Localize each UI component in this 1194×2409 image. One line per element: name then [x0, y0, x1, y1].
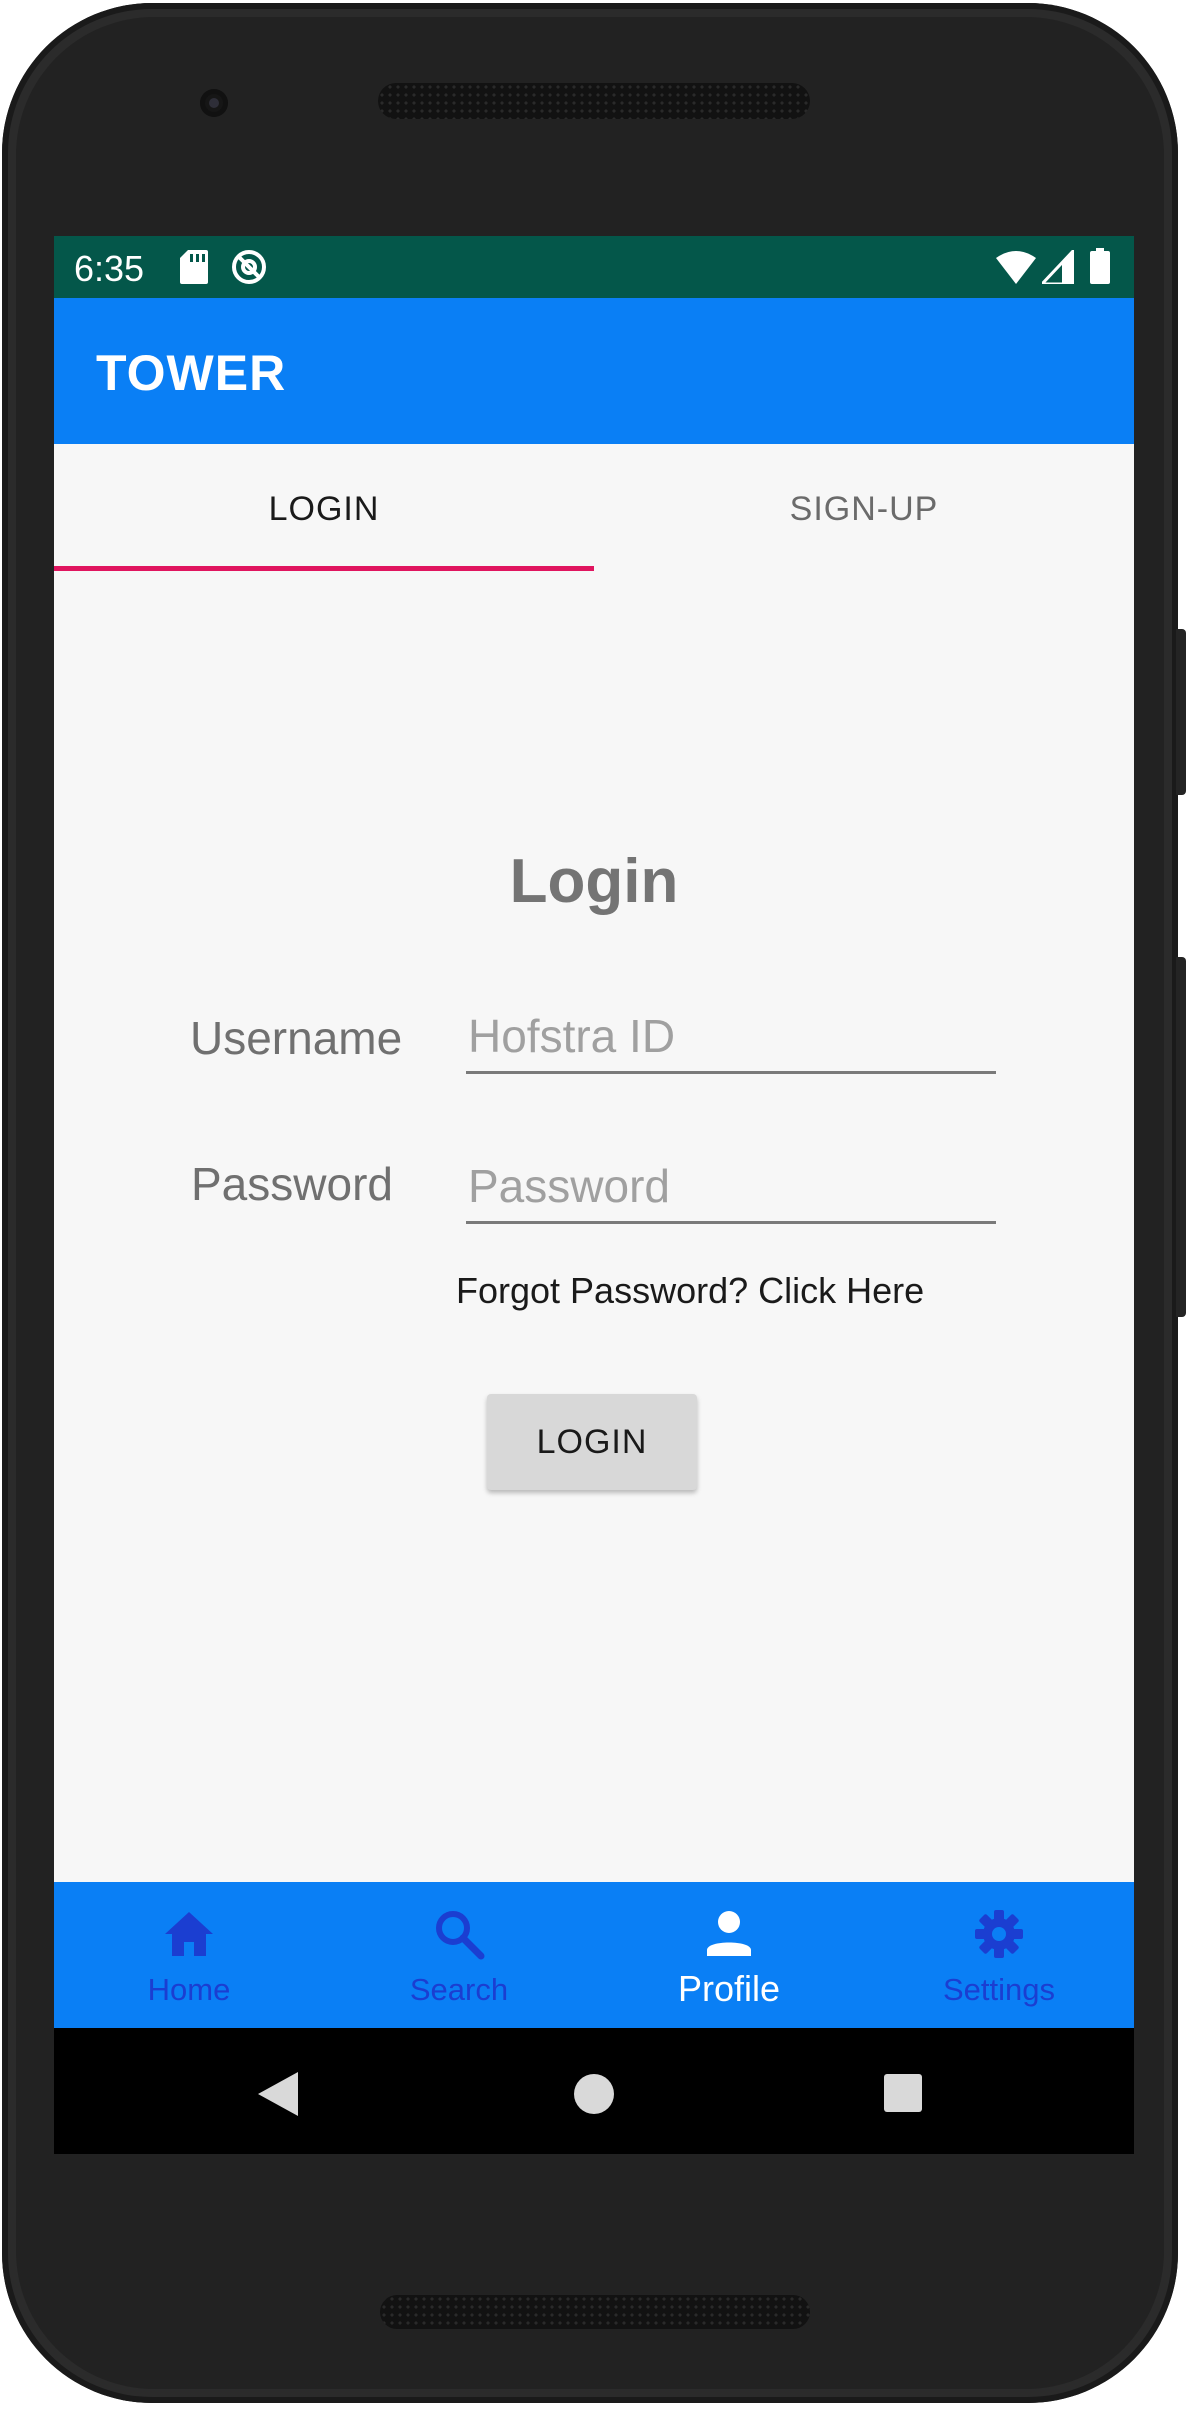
- tab-bar: LOGIN SIGN-UP: [54, 444, 1134, 574]
- status-bar: 6:35: [54, 236, 1134, 298]
- front-camera: [200, 89, 228, 117]
- nav-label-home: Home: [147, 1972, 231, 2007]
- screen: 6:35 TOWER LOGIN SIGN-UP Login Username …: [54, 236, 1134, 2154]
- sd-card-icon: [180, 250, 208, 284]
- tab-indicator: [54, 566, 594, 571]
- top-speaker: [378, 83, 810, 119]
- nav-label-profile: Profile: [677, 1968, 781, 2009]
- signal-icon: [1042, 250, 1074, 284]
- tab-login[interactable]: LOGIN: [54, 444, 594, 574]
- sync-disabled-icon: [232, 250, 266, 284]
- app-bar: TOWER: [54, 298, 1134, 444]
- volume-button: [1176, 957, 1186, 1317]
- nav-item-profile[interactable]: Profile: [594, 1882, 864, 2028]
- back-icon[interactable]: [258, 2072, 298, 2116]
- recents-square-icon[interactable]: [884, 2074, 922, 2112]
- login-button[interactable]: LOGIN: [487, 1394, 697, 1490]
- phone-frame: 6:35 TOWER LOGIN SIGN-UP Login Username …: [2, 3, 1186, 2403]
- bottom-navigation: Home Search Profile Settings: [54, 1882, 1134, 2028]
- app-title: TOWER: [96, 345, 287, 401]
- nav-label-search: Search: [409, 1972, 509, 2007]
- system-navigation-bar: [54, 2028, 1134, 2154]
- nav-label-settings: Settings: [942, 1972, 1055, 2007]
- password-label: Password: [191, 1158, 393, 1210]
- login-title: Login: [509, 847, 679, 916]
- home-circle-icon[interactable]: [574, 2074, 614, 2114]
- password-input[interactable]: [466, 1150, 996, 1224]
- search-icon: [436, 1911, 485, 1960]
- username-label: Username: [190, 1012, 403, 1064]
- home-icon: [165, 1912, 213, 1956]
- status-time: 6:35: [74, 248, 145, 289]
- forgot-password-link[interactable]: Forgot Password? Click Here: [456, 1270, 924, 1312]
- battery-icon: [1090, 248, 1110, 284]
- gear-icon: [975, 1910, 1023, 1958]
- nav-item-search[interactable]: Search: [324, 1882, 594, 2028]
- wifi-icon: [996, 251, 1036, 284]
- power-button: [1176, 629, 1186, 795]
- nav-item-settings[interactable]: Settings: [864, 1882, 1134, 2028]
- tab-sign-up[interactable]: SIGN-UP: [594, 444, 1134, 574]
- nav-item-home[interactable]: Home: [54, 1882, 324, 2028]
- person-icon: [707, 1911, 751, 1956]
- username-input[interactable]: [466, 1000, 996, 1074]
- bottom-speaker: [380, 2295, 810, 2329]
